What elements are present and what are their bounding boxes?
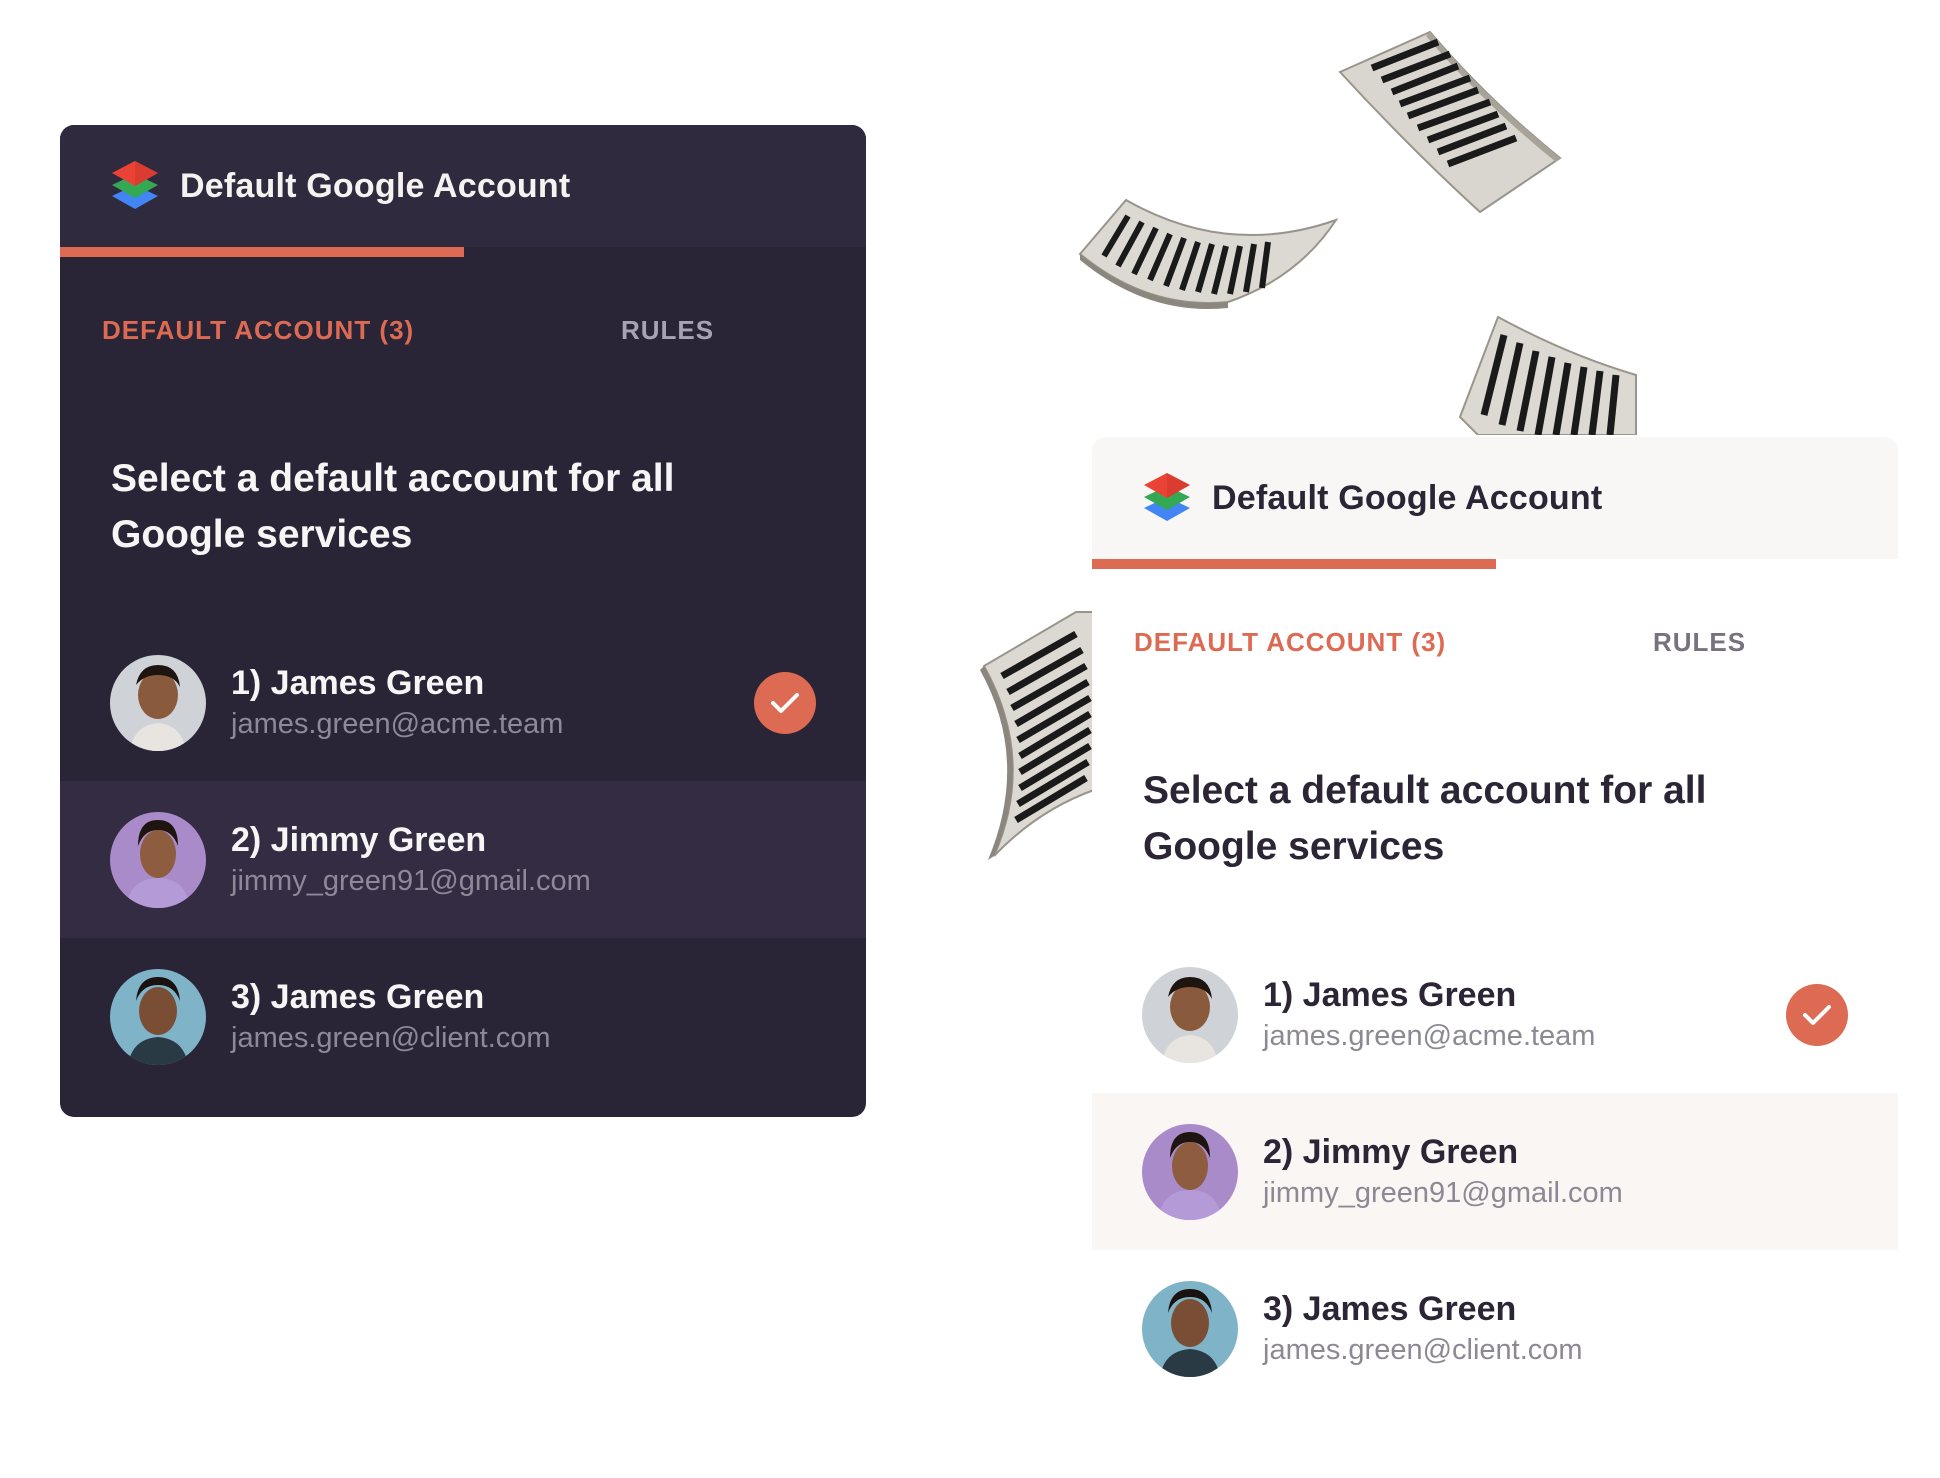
tab-default-account[interactable]: DEFAULT ACCOUNT (3): [1134, 627, 1446, 658]
avatar: [1142, 966, 1238, 1063]
panel-header: Default Google Account: [1092, 437, 1898, 561]
account-email: james.green@acme.team: [1263, 1019, 1596, 1052]
avatar: [110, 811, 206, 908]
account-list: 1) James Green james.green@acme.team 2) …: [60, 624, 866, 1095]
account-email: james.green@client.com: [1263, 1333, 1583, 1366]
account-email: jimmy_green91@gmail.com: [1263, 1176, 1623, 1209]
account-name: 3) James Green: [1263, 1289, 1517, 1328]
tab-bar: DEFAULT ACCOUNT (3) RULES: [1092, 569, 1898, 657]
account-list: 1) James Green james.green@acme.team 2) …: [1092, 936, 1898, 1407]
tab-default-account[interactable]: DEFAULT ACCOUNT (3): [102, 315, 414, 346]
avatar: [110, 654, 206, 751]
avatar: [110, 968, 206, 1065]
account-name: 2) Jimmy Green: [231, 820, 487, 859]
flying-document-icon: [1338, 30, 1562, 214]
tab-bar: DEFAULT ACCOUNT (3) RULES: [60, 257, 866, 345]
layered-stack-icon: [1144, 473, 1190, 521]
tab-indicator: [1092, 559, 1898, 569]
flying-document-icon: [980, 611, 1095, 860]
account-panel-dark: Default Google Account DEFAULT ACCOUNT (…: [60, 125, 866, 1117]
check-icon[interactable]: [754, 671, 816, 734]
account-panel-light: Default Google Account DEFAULT ACCOUNT (…: [1092, 437, 1898, 1437]
account-row[interactable]: 2) Jimmy Green jimmy_green91@gmail.com: [1092, 1093, 1898, 1250]
tab-rules[interactable]: RULES: [1653, 627, 1746, 658]
panel-title: Default Google Account: [1212, 478, 1603, 517]
account-email: jimmy_green91@gmail.com: [231, 864, 591, 897]
stage: Default Google Account DEFAULT ACCOUNT (…: [0, 0, 1940, 1478]
account-name: 1) James Green: [231, 663, 485, 702]
tab-indicator: [60, 247, 866, 257]
tab-rules[interactable]: RULES: [621, 315, 714, 346]
page-title: Select a default account for all Google …: [1143, 769, 1707, 868]
check-icon[interactable]: [1786, 983, 1848, 1046]
account-row[interactable]: 3) James Green james.green@client.com: [60, 938, 866, 1095]
panel-header: Default Google Account: [60, 125, 866, 249]
flying-document-icon: [1458, 315, 1637, 435]
account-name: 1) James Green: [1263, 975, 1517, 1014]
account-row[interactable]: 1) James Green james.green@acme.team: [1092, 936, 1898, 1093]
account-email: james.green@client.com: [231, 1021, 551, 1054]
account-row[interactable]: 1) James Green james.green@acme.team: [60, 624, 866, 781]
account-name: 3) James Green: [231, 977, 485, 1016]
panel-title: Default Google Account: [180, 166, 571, 205]
account-row[interactable]: 3) James Green james.green@client.com: [1092, 1250, 1898, 1407]
account-email: james.green@acme.team: [231, 707, 564, 740]
flying-document-icon: [1078, 198, 1338, 309]
account-row[interactable]: 2) Jimmy Green jimmy_green91@gmail.com: [60, 781, 866, 938]
page-title: Select a default account for all Google …: [111, 457, 675, 556]
layered-stack-icon: [112, 161, 158, 209]
avatar: [1142, 1123, 1238, 1220]
account-name: 2) Jimmy Green: [1263, 1132, 1519, 1171]
avatar: [1142, 1280, 1238, 1377]
